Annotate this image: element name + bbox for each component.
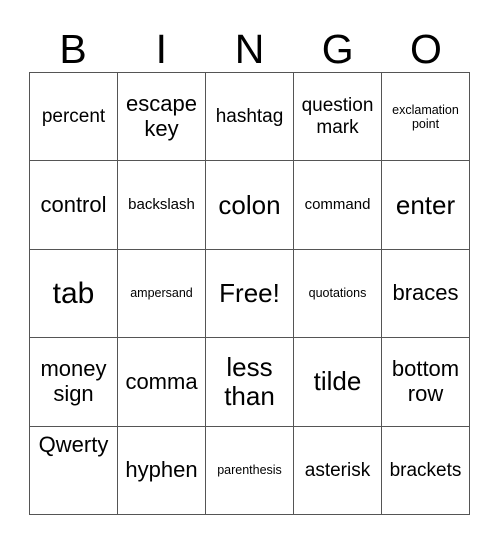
bingo-cell[interactable]: less than bbox=[206, 338, 294, 427]
bingo-header-row: B I N G O bbox=[29, 18, 470, 72]
bingo-card: B I N G O percent escape key hashtag questi… bbox=[0, 0, 500, 544]
bingo-cell-label: quotations bbox=[308, 286, 367, 301]
bingo-cell-label: money sign bbox=[40, 356, 107, 406]
bingo-cell[interactable]: hyphen bbox=[118, 426, 206, 515]
bingo-cell-label: tilde bbox=[313, 366, 362, 397]
bingo-cell-label: braces bbox=[392, 280, 459, 306]
bingo-cell[interactable]: backslash bbox=[118, 161, 206, 250]
bingo-cell-label: less than bbox=[224, 351, 275, 411]
bingo-cell[interactable]: Qwerty bbox=[30, 426, 118, 515]
bingo-cell[interactable]: quotations bbox=[294, 249, 382, 339]
bingo-cell-label: tab bbox=[52, 276, 95, 310]
bingo-cell[interactable]: brackets bbox=[382, 426, 470, 515]
bingo-grid: percent escape key hashtag question mark exc… bbox=[29, 72, 470, 515]
bingo-cell[interactable]: ampersand bbox=[118, 249, 206, 339]
bingo-cell[interactable]: percent bbox=[30, 73, 118, 162]
bingo-cell[interactable]: tilde bbox=[294, 338, 382, 427]
bingo-cell[interactable]: parenthesis bbox=[206, 426, 294, 515]
bingo-cell[interactable]: money sign bbox=[30, 338, 118, 427]
bingo-cell-label: backslash bbox=[128, 195, 195, 213]
bingo-cell-label: brackets bbox=[389, 459, 462, 481]
bingo-cell[interactable]: bottom row bbox=[382, 338, 470, 427]
bingo-cell-label: hashtag bbox=[215, 106, 284, 128]
bingo-cell[interactable]: asterisk bbox=[294, 426, 382, 515]
bingo-cell[interactable]: tab bbox=[30, 249, 118, 339]
bingo-cell[interactable]: braces bbox=[382, 249, 470, 339]
bingo-cell-label: question mark bbox=[301, 95, 374, 138]
bingo-cell[interactable]: hashtag bbox=[206, 73, 294, 162]
bingo-cell-label: percent bbox=[41, 106, 106, 128]
bingo-cell-label: control bbox=[40, 191, 107, 217]
bingo-cell-label: exclamation point bbox=[392, 102, 459, 131]
bingo-cell-label: command bbox=[304, 195, 371, 213]
bingo-cell[interactable]: comma bbox=[118, 338, 206, 427]
bingo-cell-label: ampersand bbox=[130, 286, 193, 301]
bingo-cell[interactable]: colon bbox=[206, 161, 294, 250]
bingo-header-letter-i: I bbox=[155, 26, 167, 72]
bingo-cell-label: escape key bbox=[126, 91, 197, 141]
bingo-cell[interactable]: command bbox=[294, 161, 382, 250]
bingo-cell-label: Free! bbox=[219, 277, 280, 308]
bingo-cell-label: asterisk bbox=[304, 459, 371, 481]
bingo-cell-label: colon bbox=[218, 189, 281, 220]
bingo-header-letter-o: O bbox=[409, 26, 442, 72]
bingo-cell-label: bottom row bbox=[391, 356, 460, 406]
bingo-cell-label: comma bbox=[125, 368, 198, 394]
bingo-header-letter-n: N bbox=[234, 26, 265, 72]
bingo-cell[interactable]: Free! bbox=[206, 249, 294, 339]
bingo-cell-label: enter bbox=[395, 189, 456, 220]
bingo-cell-label: hyphen bbox=[125, 456, 198, 482]
bingo-cell[interactable]: escape key bbox=[118, 73, 206, 162]
bingo-cell[interactable]: enter bbox=[382, 161, 470, 250]
bingo-cell-label: Qwerty bbox=[38, 431, 109, 457]
bingo-header-letter-g: G bbox=[321, 26, 354, 72]
bingo-header-letter-b: B bbox=[59, 26, 87, 72]
bingo-cell[interactable]: exclamation point bbox=[382, 73, 470, 162]
bingo-cell-label: parenthesis bbox=[217, 463, 282, 478]
bingo-cell[interactable]: control bbox=[30, 161, 118, 250]
bingo-cell[interactable]: question mark bbox=[294, 73, 382, 162]
